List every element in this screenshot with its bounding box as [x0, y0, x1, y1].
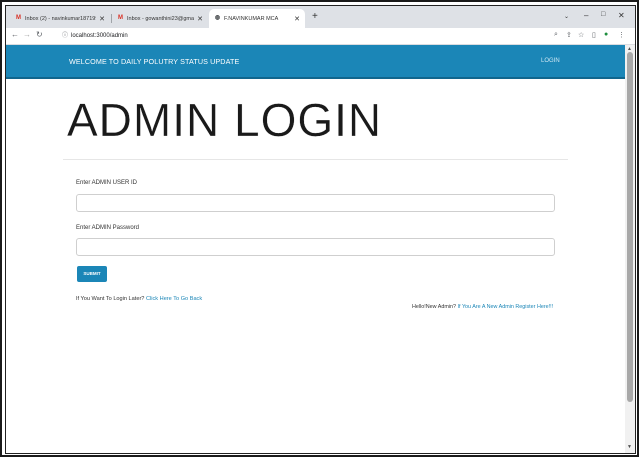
url-field[interactable]: ⓘ localhost:3000/admin — [54, 31, 586, 41]
tab-title: F.NAVINKUMAR MCA — [224, 15, 279, 22]
gmail-icon: M — [118, 15, 123, 21]
reload-icon[interactable]: ↻ — [36, 30, 43, 39]
close-icon[interactable]: ✕ — [294, 15, 300, 23]
window-close-icon[interactable]: ✕ — [618, 11, 625, 20]
close-icon[interactable]: ✕ — [197, 15, 203, 23]
password-label: Enter ADMIN Password — [76, 225, 140, 231]
tab-gmail-inbox-2[interactable]: M Inbox - gowanthini23@gmail.co ✕ — [112, 9, 208, 28]
globe-icon: ◍ — [214, 15, 221, 21]
scroll-up-arrow-icon[interactable]: ▲ — [627, 46, 632, 52]
new-tab-button[interactable]: + — [312, 11, 318, 22]
bookmark-star-icon[interactable]: ☆ — [578, 31, 584, 39]
tab-gmail-inbox-1[interactable]: M Inbox (2) - navinkumar1871999 ✕ — [10, 9, 110, 28]
share-icon[interactable]: ⇪ — [566, 31, 572, 39]
divider — [63, 159, 568, 160]
address-bar-row: ← → ↻ ⓘ localhost:3000/admin ⌕ ⇪ ☆ ▯ ● ⋮ — [6, 28, 635, 45]
back-arrow-icon[interactable]: ← — [11, 30, 19, 39]
tab-title: Inbox - gowanthini23@gmail.co — [127, 15, 195, 22]
login-later-text: If You Want To Login Later? — [76, 296, 145, 302]
tab-title: Inbox (2) - navinkumar1871999 — [25, 15, 97, 22]
new-admin-text: Hello!New Admin? — [412, 304, 457, 310]
gmail-icon: M — [16, 15, 21, 21]
top-navbar: WELCOME TO DAILY POLUTRY STATUS UPDATE L… — [6, 45, 625, 79]
submit-button[interactable]: SUBMIT — [77, 266, 107, 282]
browser-window: M Inbox (2) - navinkumar1871999 ✕ M Inbo… — [5, 5, 636, 454]
page-title: ADMIN LOGIN — [67, 94, 383, 146]
user-id-input[interactable] — [76, 194, 555, 212]
maximize-icon[interactable]: □ — [601, 11, 605, 18]
new-admin-line: Hello!New Admin? If You Are A New Admin … — [412, 304, 553, 310]
forward-arrow-icon[interactable]: → — [23, 30, 31, 39]
screenshot-frame: M Inbox (2) - navinkumar1871999 ✕ M Inbo… — [0, 0, 639, 457]
zoom-icon[interactable]: ⌕ — [554, 31, 558, 39]
go-back-link[interactable]: Click Here To Go Back — [146, 296, 202, 302]
nav-login-link[interactable]: LOGIN — [541, 58, 560, 64]
scrollbar-thumb[interactable] — [627, 52, 633, 402]
profile-avatar-icon[interactable]: ● — [604, 31, 608, 38]
url-text: localhost:3000/admin — [71, 33, 128, 39]
scroll-down-arrow-icon[interactable]: ▼ — [627, 444, 632, 450]
site-brand[interactable]: WELCOME TO DAILY POLUTRY STATUS UPDATE — [69, 57, 239, 66]
tab-active-page[interactable]: ◍ F.NAVINKUMAR MCA ✕ — [209, 9, 305, 28]
page-viewport: WELCOME TO DAILY POLUTRY STATUS UPDATE L… — [6, 45, 625, 453]
tab-bar: M Inbox (2) - navinkumar1871999 ✕ M Inbo… — [6, 6, 635, 28]
menu-kebab-icon[interactable]: ⋮ — [618, 31, 625, 39]
close-icon[interactable]: ✕ — [99, 15, 105, 23]
sidepanel-icon[interactable]: ▯ — [592, 31, 596, 39]
password-input[interactable] — [76, 238, 555, 256]
user-id-label: Enter ADMIN USER ID — [76, 180, 138, 186]
site-info-icon[interactable]: ⓘ — [62, 33, 68, 39]
register-link[interactable]: If You Are A New Admin Register Here!!! — [458, 304, 554, 310]
tab-search-chevron-icon[interactable]: ⌄ — [564, 13, 569, 20]
minimize-icon[interactable]: – — [584, 11, 588, 20]
login-later-line: If You Want To Login Later? Click Here T… — [76, 296, 202, 302]
